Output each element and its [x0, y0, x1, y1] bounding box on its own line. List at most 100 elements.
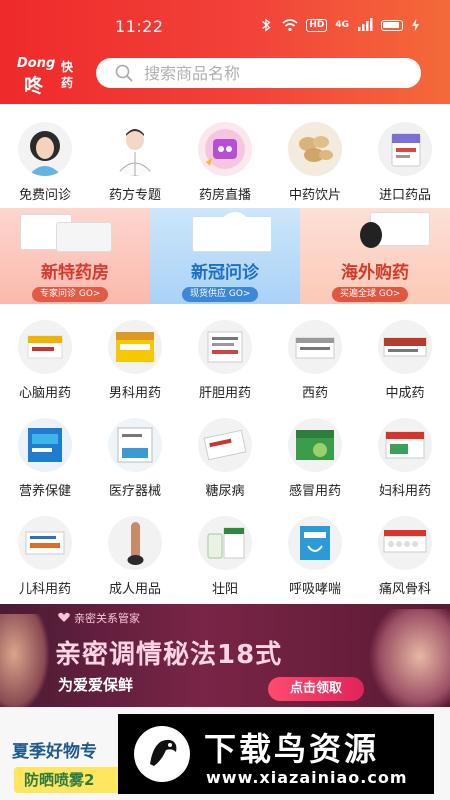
- category-male-health[interactable]: 男科用药: [90, 320, 180, 401]
- category-diabetes[interactable]: 糖尿病: [180, 418, 270, 499]
- promo-figure-right: [370, 609, 450, 707]
- search-bar[interactable]: [96, 58, 421, 88]
- category-row-2: 心脑用药 男科用药 肝胆用药 西药 中成药: [0, 320, 450, 401]
- category-adult-products[interactable]: 成人用品: [90, 516, 180, 597]
- medicine-jar-image: [360, 222, 382, 248]
- logo-yao: 药: [61, 76, 74, 90]
- category-row-1: 免费问诊 药方专题 药房直播 中药饮片 进口药品: [0, 122, 450, 203]
- app-logo[interactable]: Dong 咚 快 药: [14, 56, 84, 97]
- status-bar: 11:22 HD 4G: [0, 0, 450, 54]
- summer-tag: 防晒喷雾2: [14, 767, 132, 793]
- diabetes-icon: [198, 418, 252, 472]
- western-medicine-icon: [288, 320, 342, 374]
- liver-medicine-icon: [198, 320, 252, 374]
- mascot-image: [220, 212, 250, 242]
- category-cold-medicine[interactable]: 感冒用药: [270, 418, 360, 499]
- category-label: 呼吸哮喘: [288, 582, 341, 597]
- status-time: 11:22: [115, 17, 164, 36]
- doctor-icon: [108, 122, 162, 176]
- hd-badge: HD: [306, 18, 328, 32]
- category-gout-orthopedics[interactable]: 痛风骨科: [360, 516, 450, 597]
- category-liver[interactable]: 肝胆用药: [180, 320, 270, 401]
- watermark-url: www.xiazainiao.com: [206, 768, 408, 787]
- adult-products-icon: [108, 516, 162, 570]
- category-row-3: 营养保健 医疗器械 糖尿病 感冒用药 妇科用药: [0, 418, 450, 499]
- signal-icon: [358, 18, 373, 31]
- chinese-medicine-icon: [378, 320, 432, 374]
- network-label: 4G: [335, 20, 349, 30]
- category-label: 药方专题: [108, 188, 161, 203]
- herb-slices-icon: [288, 122, 342, 176]
- category-label: 妇科用药: [378, 484, 431, 499]
- banner-subtitle[interactable]: 买遍全球 GO>: [332, 287, 409, 302]
- category-vitality[interactable]: 壮阳: [180, 516, 270, 597]
- category-western-medicine[interactable]: 西药: [270, 320, 360, 401]
- category-nutrition[interactable]: 营养保健: [0, 418, 90, 499]
- status-icons: HD 4G: [258, 18, 420, 32]
- category-row-4: 儿科用药 成人用品 壮阳 呼吸哮喘 痛风骨科: [0, 516, 450, 597]
- category-label: 儿科用药: [18, 582, 71, 597]
- category-label: 感冒用药: [288, 484, 341, 499]
- category-imported-drugs[interactable]: 进口药品: [360, 122, 450, 203]
- claim-button[interactable]: 点击领取: [268, 677, 364, 701]
- search-input[interactable]: [144, 63, 394, 83]
- category-medical-devices[interactable]: 医疗器械: [90, 418, 180, 499]
- respiratory-icon: [288, 516, 342, 570]
- category-pediatrics[interactable]: 儿科用药: [0, 516, 90, 597]
- nutrition-icon: [18, 418, 72, 472]
- banner-subtitle[interactable]: 专家问诊 GO>: [32, 287, 109, 302]
- category-label: 心脑用药: [18, 386, 71, 401]
- category-prescription-topics[interactable]: 药方专题: [90, 122, 180, 203]
- category-label: 药房直播: [198, 188, 251, 203]
- category-respiratory[interactable]: 呼吸哮喘: [270, 516, 360, 597]
- doctor-avatar-icon: [18, 122, 72, 176]
- category-gynecology[interactable]: 妇科用药: [360, 418, 450, 499]
- category-label: 壮阳: [211, 582, 238, 597]
- banner-title: 海外购药: [341, 263, 409, 283]
- wifi-icon: [282, 19, 298, 32]
- gynecology-icon: [378, 418, 432, 472]
- heart-brain-medicine-icon: [18, 320, 72, 374]
- category-heart-brain[interactable]: 心脑用药: [0, 320, 90, 401]
- promo-headline: 亲密调情秘法18式: [55, 640, 283, 670]
- heart-icon: [58, 612, 70, 622]
- summer-title: 夏季好物专: [12, 742, 97, 762]
- search-icon: [115, 64, 133, 82]
- category-label: 男科用药: [108, 386, 161, 401]
- cold-medicine-icon: [288, 418, 342, 472]
- bluetooth-icon: [262, 18, 271, 32]
- category-label: 中药饮片: [288, 188, 341, 203]
- category-label: 肝胆用药: [198, 386, 251, 401]
- pediatric-icon: [18, 516, 72, 570]
- logo-main: 咚: [24, 75, 44, 97]
- watermark-title: 下载鸟资源: [204, 730, 380, 768]
- category-live-pharmacy[interactable]: 药房直播: [180, 122, 270, 203]
- category-label: 进口药品: [378, 188, 431, 203]
- imported-medicine-icon: [378, 122, 432, 176]
- banner-overseas-pharmacy[interactable]: 海外购药 买遍全球 GO>: [300, 208, 450, 304]
- feature-banners: 新特药房 专家问诊 GO> 新冠问诊 现货供应 GO> 海外购药 买遍全球 GO…: [0, 208, 450, 304]
- vitality-icon: [198, 516, 252, 570]
- banner-specialty-pharmacy[interactable]: 新特药房 专家问诊 GO>: [0, 208, 150, 304]
- gout-orthopedic-icon: [378, 516, 432, 570]
- category-chinese-patent[interactable]: 中成药: [360, 320, 450, 401]
- category-label: 痛风骨科: [378, 582, 431, 597]
- medicine-box-image: [56, 222, 112, 252]
- banner-covid-consult[interactable]: 新冠问诊 现货供应 GO>: [150, 208, 300, 304]
- category-herbal-slices[interactable]: 中药饮片: [270, 122, 360, 203]
- bird-logo-icon: [134, 726, 190, 782]
- battery-icon: [381, 19, 403, 31]
- watermark: 下载鸟资源 www.xiazainiao.com: [118, 714, 434, 794]
- main-content: 免费问诊 药方专题 药房直播 中药饮片 进口药品 新特药房 专家问诊 GO> 新…: [0, 104, 450, 604]
- category-free-consult[interactable]: 免费问诊: [0, 122, 90, 203]
- banner-subtitle[interactable]: 现货供应 GO>: [182, 287, 259, 302]
- medical-device-icon: [108, 418, 162, 472]
- category-label: 中成药: [385, 386, 425, 401]
- promo-banner[interactable]: 亲密关系管家 亲密调情秘法18式 为爱爱保鲜 点击领取: [0, 604, 450, 707]
- category-label: 西药: [301, 386, 328, 401]
- banner-title: 新冠问诊: [191, 263, 259, 283]
- charging-icon: [411, 18, 420, 32]
- live-icon: [198, 122, 252, 176]
- category-label: 成人用品: [108, 582, 161, 597]
- logo-kuai: 快: [61, 60, 74, 74]
